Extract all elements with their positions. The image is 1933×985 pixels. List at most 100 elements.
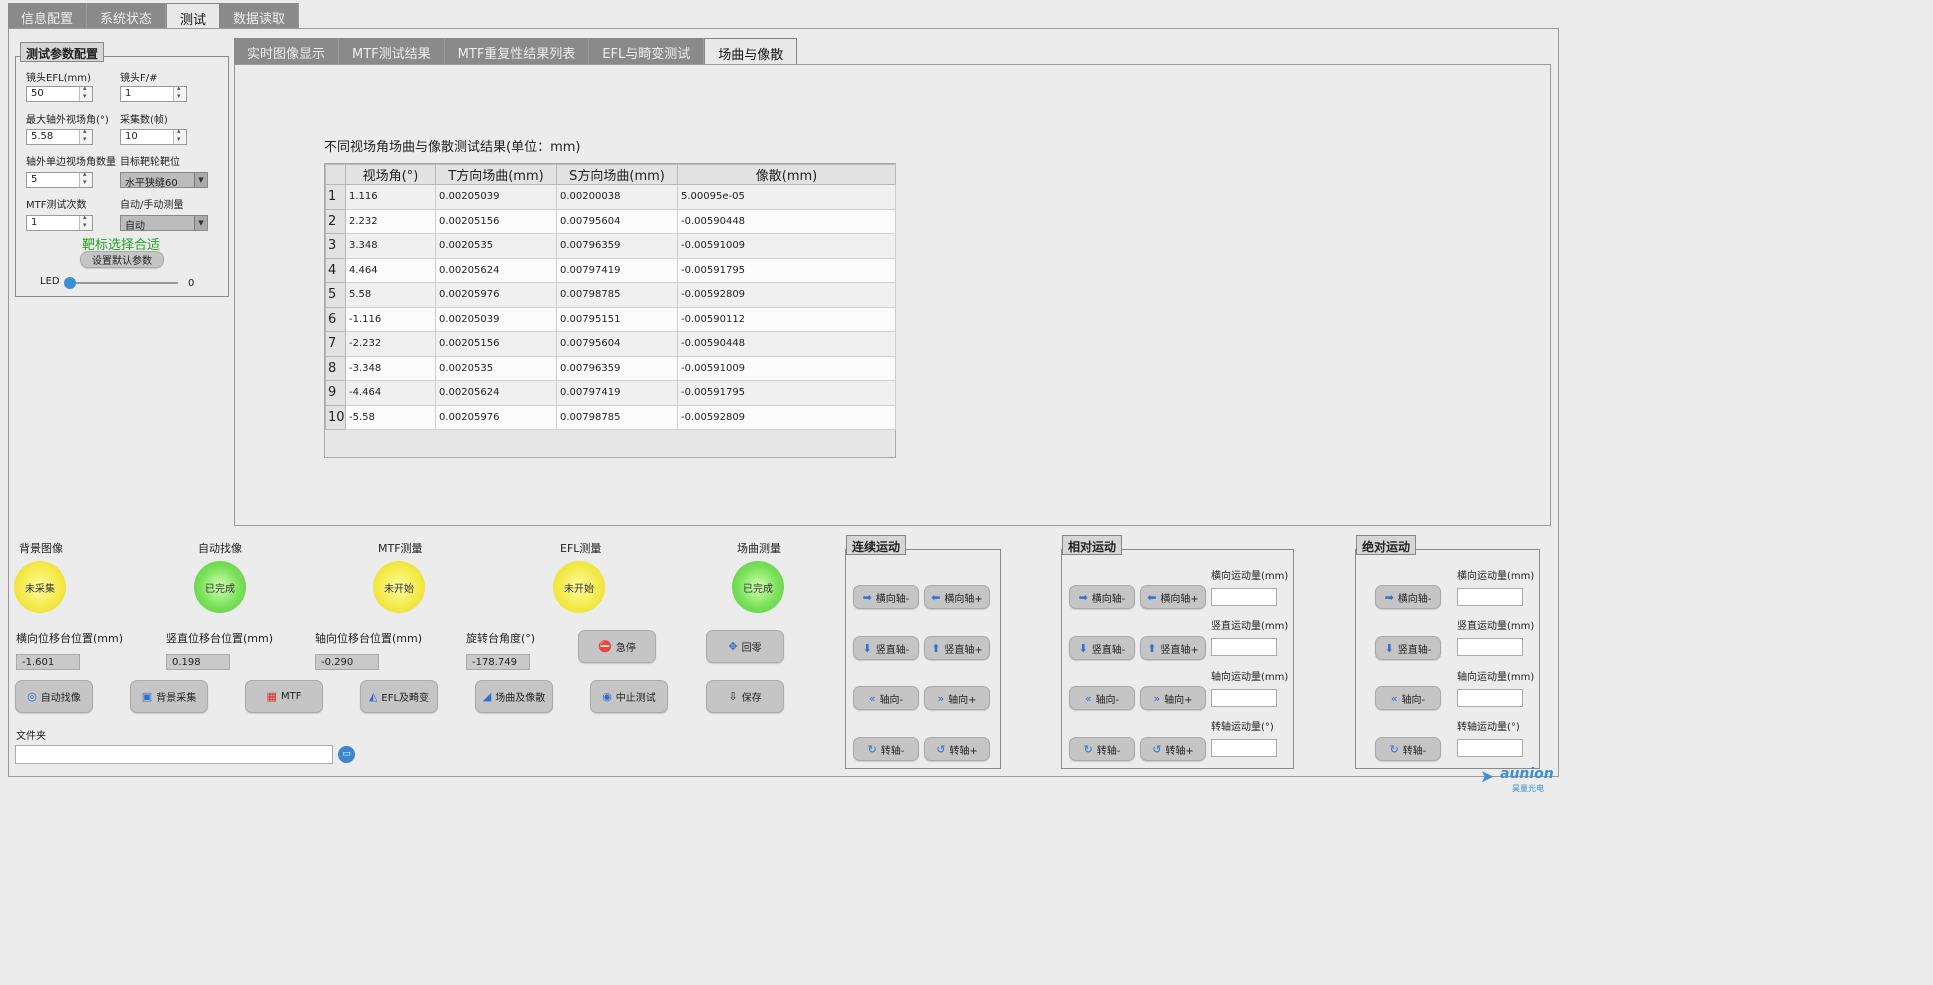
table-row[interactable]: 5 5.58 0.00205976 0.00798785 -0.00592809 xyxy=(325,282,896,308)
cont-a-minus-button[interactable]: «轴向- xyxy=(853,686,919,710)
led-slider-handle[interactable] xyxy=(64,277,76,289)
cont-v-plus-button[interactable]: ⬆ 竖直轴+ xyxy=(924,636,990,660)
table-row[interactable]: 1 1.116 0.00205039 0.00200038 5.00095e-05 xyxy=(325,184,896,210)
tab-data-read[interactable]: 数据读取 xyxy=(220,3,300,29)
efl-distortion-button[interactable]: ◭ EFL及畸变 xyxy=(360,680,438,713)
tab-mtf-repeat[interactable]: MTF重复性结果列表 xyxy=(444,38,590,64)
rel-r-minus-button[interactable]: ↻ 转轴- xyxy=(1069,737,1135,761)
home-button[interactable]: ✥ 回零 xyxy=(706,630,784,663)
cont-a-plus-button[interactable]: » 轴向+ xyxy=(924,686,990,710)
table-cell: -0.00590112 xyxy=(677,306,896,332)
abs-a-minus-button[interactable]: «轴向- xyxy=(1375,686,1441,710)
rel-h-amount-input[interactable] xyxy=(1211,588,1277,606)
abs-r-amount-input[interactable] xyxy=(1457,739,1523,757)
estop-button[interactable]: ⛔ 急停 xyxy=(578,630,656,663)
rel-a-amount-input[interactable] xyxy=(1211,689,1277,707)
tab-efl-distortion[interactable]: EFL与畸变测试 xyxy=(589,38,705,64)
tab-test[interactable]: 测试 xyxy=(166,3,221,29)
table-cell: -2.232 xyxy=(345,331,436,357)
field-astig-button[interactable]: ◢ 场曲及像散 xyxy=(475,680,553,713)
table-row[interactable]: 10 -5.58 0.00205976 0.00798785 -0.00592809 xyxy=(325,404,896,430)
row-header[interactable]: 6 xyxy=(325,306,346,332)
header-s-field[interactable]: S方向场曲(mm) xyxy=(556,164,678,185)
efl-spin-arrows[interactable] xyxy=(79,84,92,101)
offaxis-spin-arrows[interactable] xyxy=(79,170,92,187)
mode-select[interactable]: 自动 ▼ xyxy=(120,215,208,232)
mtf-times-spinbox[interactable]: 1 xyxy=(26,213,93,231)
cont-h-plus-label: 横向轴+ xyxy=(944,593,983,605)
row-header[interactable]: 2 xyxy=(325,208,346,234)
cont-r-plus-button[interactable]: ↺ 转轴+ xyxy=(924,737,990,761)
cont-v-minus-button[interactable]: ⬇ 竖直轴- xyxy=(853,636,919,660)
frames-spin-arrows[interactable] xyxy=(173,127,186,144)
tab-mtf-result[interactable]: MTF测试结果 xyxy=(339,38,445,64)
rel-v-minus-button[interactable]: ⬇ 竖直轴- xyxy=(1069,636,1135,660)
chevron-down-icon[interactable]: ▼ xyxy=(194,173,207,187)
row-header[interactable]: 3 xyxy=(325,233,346,259)
cont-h-minus-button[interactable]: ➡ 横向轴- xyxy=(853,585,919,609)
cont-h-plus-button[interactable]: ⬅ 横向轴+ xyxy=(924,585,990,609)
led-slider-track[interactable] xyxy=(70,282,178,284)
abs-h-amount-input[interactable] xyxy=(1457,588,1523,606)
default-params-button[interactable]: 设置默认参数 xyxy=(80,251,164,268)
mtf-times-spin-arrows[interactable] xyxy=(79,213,92,230)
rel-h-minus-button[interactable]: ➡ 横向轴- xyxy=(1069,585,1135,609)
offaxis-count-spinbox[interactable]: 5 xyxy=(26,170,93,188)
cont-r-minus-button[interactable]: ↻ 转轴- xyxy=(853,737,919,761)
abs-h-minus-button[interactable]: ➡ 横向轴- xyxy=(1375,585,1441,609)
tab-system-status[interactable]: 系统状态 xyxy=(87,3,167,29)
header-astig[interactable]: 像散(mm) xyxy=(677,164,896,185)
table-row[interactable]: 3 3.348 0.0020535 0.00796359 -0.00591009 xyxy=(325,233,896,259)
table-row[interactable]: 7 -2.232 0.00205156 0.00795604 -0.00590448 xyxy=(325,331,896,357)
table-cell: 0.00798785 xyxy=(556,282,678,308)
mtf-button[interactable]: ▦ MTF xyxy=(245,680,323,713)
rel-r-plus-button[interactable]: ↺ 转轴+ xyxy=(1140,737,1206,761)
stop-sign-icon: ⛔ xyxy=(598,640,612,653)
fnum-spinbox[interactable]: 1 xyxy=(120,84,187,102)
autofocus-button[interactable]: ◎ 自动找像 xyxy=(15,680,93,713)
table-cell: -0.00592809 xyxy=(677,282,896,308)
row-header[interactable]: 5 xyxy=(325,282,346,308)
abs-r-minus-button[interactable]: ↻ 转轴- xyxy=(1375,737,1441,761)
header-angle[interactable]: 视场角(°) xyxy=(345,164,436,185)
rel-r-amount-input[interactable] xyxy=(1211,739,1277,757)
save-button[interactable]: ⇩ 保存 xyxy=(706,680,784,713)
background-capture-button[interactable]: ▣ 背景采集 xyxy=(130,680,208,713)
table-cell: 0.00205624 xyxy=(435,257,557,283)
row-header[interactable]: 8 xyxy=(325,355,346,381)
abs-a-amount-input[interactable] xyxy=(1457,689,1523,707)
max-angle-spinbox[interactable]: 5.58 xyxy=(26,127,93,145)
table-row[interactable]: 8 -3.348 0.0020535 0.00796359 -0.00591009 xyxy=(325,355,896,381)
row-header[interactable]: 4 xyxy=(325,257,346,283)
table-row[interactable]: 4 4.464 0.00205624 0.00797419 -0.00591795 xyxy=(325,257,896,283)
folder-browse-icon[interactable]: ▭ xyxy=(338,746,355,763)
rel-a-minus-button[interactable]: «轴向- xyxy=(1069,686,1135,710)
rel-a-plus-button[interactable]: » 轴向+ xyxy=(1140,686,1206,710)
rel-h-plus-label: 横向轴+ xyxy=(1160,593,1199,605)
tab-info-config[interactable]: 信息配置 xyxy=(8,3,88,29)
row-header[interactable]: 7 xyxy=(325,331,346,357)
chevron-down-icon[interactable]: ▼ xyxy=(194,216,207,230)
rel-h-plus-button[interactable]: ⬅ 横向轴+ xyxy=(1140,585,1206,609)
table-row[interactable]: 2 2.232 0.00205156 0.00795604 -0.00590448 xyxy=(325,208,896,234)
abs-v-amount-input[interactable] xyxy=(1457,638,1523,656)
stop-test-button[interactable]: ◉ 中止测试 xyxy=(590,680,668,713)
max-angle-spin-arrows[interactable] xyxy=(79,127,92,144)
row-header[interactable]: 10 xyxy=(325,404,346,430)
efl-spinbox[interactable]: 50 xyxy=(26,84,93,102)
row-header[interactable]: 9 xyxy=(325,380,346,406)
fnum-spin-arrows[interactable] xyxy=(173,84,186,101)
rel-v-amount-input[interactable] xyxy=(1211,638,1277,656)
header-t-field[interactable]: T方向场曲(mm) xyxy=(435,164,557,185)
frames-spinbox[interactable]: 10 xyxy=(120,127,187,145)
abs-v-minus-button[interactable]: ⬇ 竖直轴- xyxy=(1375,636,1441,660)
rel-v-plus-button[interactable]: ⬆ 竖直轴+ xyxy=(1140,636,1206,660)
row-header[interactable]: 1 xyxy=(325,184,346,210)
tab-field-astig[interactable]: 场曲与像散 xyxy=(704,38,798,64)
tab-live-image[interactable]: 实时图像显示 xyxy=(234,38,340,64)
table-row[interactable]: 9 -4.464 0.00205624 0.00797419 -0.00591795 xyxy=(325,380,896,406)
target-select[interactable]: 水平狭缝60 ▼ xyxy=(120,172,208,189)
table-row[interactable]: 6 -1.116 0.00205039 0.00795151 -0.00590112 xyxy=(325,306,896,332)
offaxis-count-label: 轴外单边视场角数量 xyxy=(26,157,116,168)
folder-path-input[interactable] xyxy=(15,745,333,764)
